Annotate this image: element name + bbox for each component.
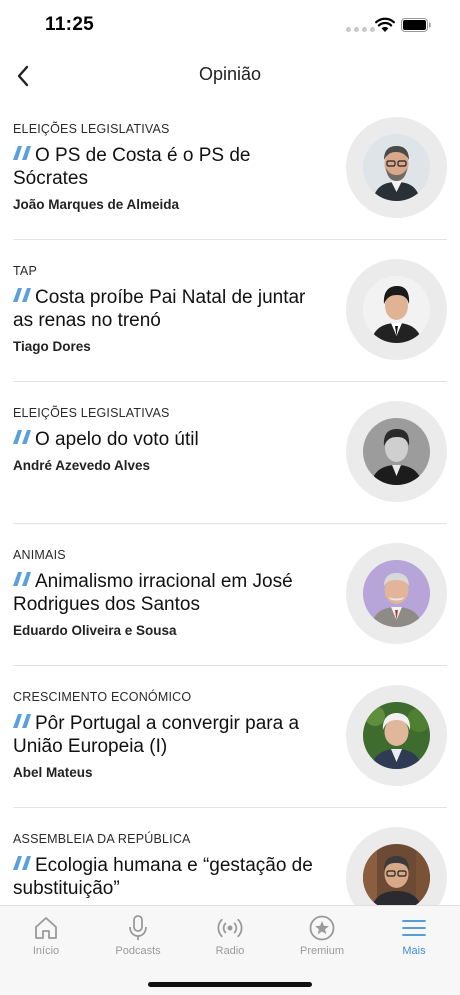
quote-icon: [13, 572, 31, 586]
article-category: TAP: [13, 264, 37, 278]
author-avatar-ring: [346, 685, 447, 786]
page-title: Opinião: [198, 64, 262, 84]
tab-inicio[interactable]: Início: [0, 914, 92, 966]
article-headline-text: Ecologia humana e “gestação de substitui…: [13, 855, 313, 899]
article-headline-text: Animalismo irracional em José Rodrigues …: [13, 571, 293, 615]
article-author: Eduardo Oliveira e Sousa: [13, 623, 177, 638]
article-category: ELEIÇÕES LEGISLATIVAS: [13, 406, 170, 420]
article-headline[interactable]: Animalismo irracional em José Rodrigues …: [13, 570, 323, 616]
author-avatar: [363, 560, 430, 627]
battery-icon: [401, 18, 431, 32]
quote-icon: [13, 856, 31, 870]
author-avatar-ring: [346, 117, 447, 218]
article-headline[interactable]: O apelo do voto útil: [13, 428, 323, 451]
radio-icon: [217, 918, 243, 938]
article-category: CRESCIMENTO ECONÓMICO: [13, 690, 192, 704]
tab-premium[interactable]: Premium: [276, 914, 368, 966]
article-headline[interactable]: O PS de Costa é o PS de Sócrates: [13, 144, 323, 190]
tab-label: Premium: [299, 945, 344, 957]
article-list: ELEIÇÕES LEGISLATIVAS O PS de Costa é o …: [0, 98, 460, 950]
author-avatar-ring: [346, 259, 447, 360]
article-item[interactable]: TAP Costa proíbe Pai Natal de juntar as …: [0, 240, 460, 382]
author-avatar: [363, 134, 430, 201]
article-author: João Marques de Almeida: [13, 197, 180, 212]
home-indicator: [148, 982, 312, 987]
article-author: Abel Mateus: [13, 765, 93, 780]
article-category: ANIMAIS: [13, 548, 66, 562]
author-avatar: [363, 418, 430, 485]
author-avatar-ring: [346, 401, 447, 502]
article-headline[interactable]: Costa proíbe Pai Natal de juntar as rena…: [13, 286, 323, 332]
quote-icon: [13, 288, 31, 302]
article-headline-text: Costa proíbe Pai Natal de juntar as rena…: [13, 287, 306, 331]
tab-label: Radio: [215, 945, 245, 957]
article-item[interactable]: ANIMAIS Animalismo irracional em José Ro…: [0, 524, 460, 666]
article-headline[interactable]: Ecologia humana e “gestação de substitui…: [13, 854, 323, 900]
author-avatar-ring: [346, 543, 447, 644]
tab-mais[interactable]: Mais: [368, 914, 460, 966]
quote-icon: [13, 146, 31, 160]
wifi-icon: [375, 17, 395, 32]
article-headline-text: O apelo do voto útil: [35, 429, 199, 450]
article-item[interactable]: CRESCIMENTO ECONÓMICO Pôr Portugal a con…: [0, 666, 460, 808]
home-icon: [35, 917, 57, 939]
quote-icon: [13, 714, 31, 728]
menu-icon: [402, 920, 426, 936]
article-headline-text: Pôr Portugal a convergir para a União Eu…: [13, 713, 300, 757]
quote-icon: [13, 430, 31, 444]
tab-bar: Início Podcasts Radio Premium Mais: [0, 905, 460, 995]
article-headline-text: O PS de Costa é o PS de Sócrates: [13, 145, 251, 189]
cellular-signal-icon: [346, 27, 375, 32]
tab-podcasts[interactable]: Podcasts: [92, 914, 184, 966]
star-icon: [309, 915, 335, 941]
article-author: André Azevedo Alves: [13, 458, 151, 473]
author-avatar: [363, 276, 430, 343]
article-author: Tiago Dores: [13, 339, 91, 354]
article-category: ELEIÇÕES LEGISLATIVAS: [13, 122, 170, 136]
author-avatar: [363, 844, 430, 911]
nav-header: Opinião: [0, 54, 460, 98]
article-item[interactable]: ELEIÇÕES LEGISLATIVAS O apelo do voto út…: [0, 382, 460, 524]
article-headline[interactable]: Pôr Portugal a convergir para a União Eu…: [13, 712, 323, 758]
tab-label: Início: [32, 945, 60, 957]
tab-radio[interactable]: Radio: [184, 914, 276, 966]
article-item[interactable]: ELEIÇÕES LEGISLATIVAS O PS de Costa é o …: [0, 98, 460, 240]
author-avatar: [363, 702, 430, 769]
tab-label: Podcasts: [115, 945, 161, 957]
microphone-icon: [129, 915, 147, 940]
status-bar: 11:25: [0, 0, 460, 54]
tab-label: Mais: [402, 945, 426, 957]
status-time: 11:25: [45, 14, 95, 35]
article-category: ASSEMBLEIA DA REPÚBLICA: [13, 832, 191, 846]
